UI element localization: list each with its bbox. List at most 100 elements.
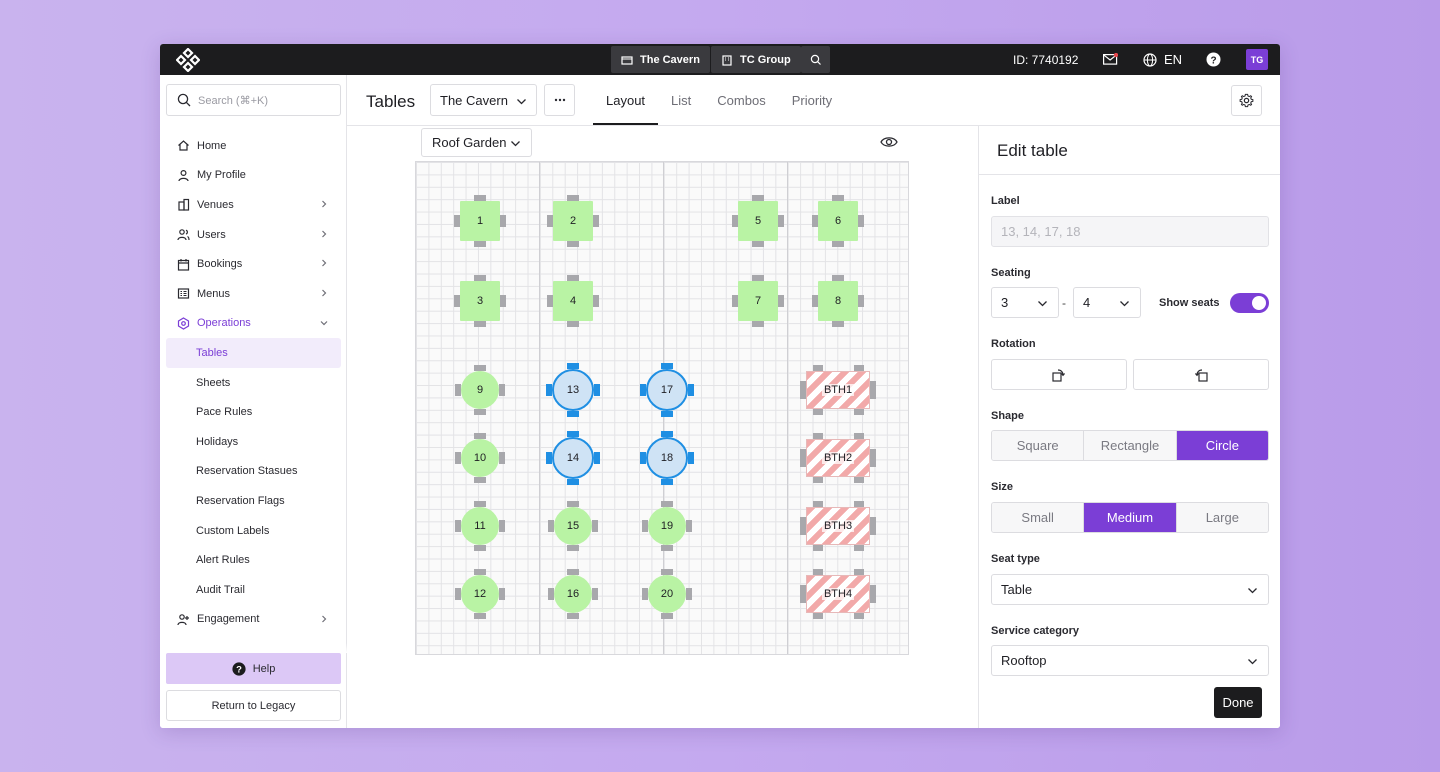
sidebar-item-home[interactable]: Home	[166, 131, 341, 161]
table-14[interactable]: 14	[546, 431, 600, 485]
table-11[interactable]: 11	[455, 501, 505, 551]
seat	[870, 381, 876, 399]
venue-switch-button[interactable]: The Cavern	[611, 46, 710, 73]
seat	[686, 588, 692, 600]
tab-list[interactable]: List	[658, 75, 704, 125]
help-icon[interactable]: ?	[1206, 52, 1221, 67]
table-16[interactable]: 16	[548, 569, 598, 619]
table-9[interactable]: 9	[455, 365, 505, 415]
shape-option-circle[interactable]: Circle	[1176, 431, 1268, 460]
shape-option-square[interactable]: Square	[992, 431, 1085, 460]
seat-type-select[interactable]: Table	[991, 574, 1269, 605]
table-15[interactable]: 15	[548, 501, 598, 551]
seat	[567, 241, 579, 247]
chevron-down-icon	[517, 99, 526, 105]
avatar[interactable]: TG	[1246, 49, 1268, 70]
sidebar-item-my-profile[interactable]: My Profile	[166, 161, 341, 191]
search-input[interactable]: Search (⌘+K)	[166, 84, 341, 116]
table-12[interactable]: 12	[455, 569, 505, 619]
search-icon	[810, 54, 821, 65]
table-1[interactable]: 1	[454, 195, 506, 247]
label-input[interactable]: 13, 14, 17, 18	[991, 216, 1269, 247]
table-18[interactable]: 18	[640, 431, 694, 485]
global-search-button[interactable]	[801, 46, 830, 73]
rotate-right-button[interactable]	[1133, 359, 1269, 390]
table-top: 8	[818, 281, 858, 321]
return-to-legacy-button[interactable]: Return to Legacy	[166, 690, 341, 721]
sidebar-item-alert-rules[interactable]: Alert Rules	[166, 545, 341, 575]
settings-button[interactable]	[1231, 85, 1262, 116]
rotate-left-button[interactable]	[991, 359, 1127, 390]
chevron-down-icon	[320, 320, 328, 325]
table-bth4[interactable]: BTH4	[800, 569, 876, 619]
table-top: 7	[738, 281, 778, 321]
table-7[interactable]: 7	[732, 275, 784, 327]
sidebar-item-custom-labels[interactable]: Custom Labels	[166, 516, 341, 546]
done-button[interactable]: Done	[1214, 687, 1262, 718]
service-category-select[interactable]: Rooftop	[991, 645, 1269, 676]
table-3[interactable]: 3	[454, 275, 506, 327]
sidebar-item-venues[interactable]: Venues	[166, 190, 341, 220]
table-8[interactable]: 8	[812, 275, 864, 327]
sidebar-item-pace-rules[interactable]: Pace Rules	[166, 397, 341, 427]
sidebar-item-operations[interactable]: Operations	[166, 309, 341, 339]
table-label: BTH4	[821, 588, 855, 600]
globe-icon[interactable]	[1143, 53, 1157, 67]
seat	[567, 411, 579, 417]
table-bth3[interactable]: BTH3	[800, 501, 876, 551]
sidebar-item-engagement[interactable]: Engagement	[166, 605, 341, 635]
tab-layout[interactable]: Layout	[593, 75, 659, 125]
help-button[interactable]: ? Help	[166, 653, 341, 684]
table-bth1[interactable]: BTH1	[800, 365, 876, 415]
more-options-button[interactable]	[544, 84, 575, 116]
seat	[778, 295, 784, 307]
venue-select[interactable]: The Cavern	[430, 84, 537, 116]
table-top: 1	[460, 201, 500, 241]
size-option-small[interactable]: Small	[992, 503, 1085, 532]
table-top: 15	[554, 507, 592, 545]
table-label: 4	[569, 295, 577, 307]
group-switch-button[interactable]: TC Group	[711, 46, 801, 73]
seating-max-select[interactable]: 4	[1073, 287, 1141, 318]
rotation-heading: Rotation	[991, 338, 1036, 350]
sidebar-item-reservation-flags[interactable]: Reservation Flags	[166, 486, 341, 516]
show-seats-toggle[interactable]	[1230, 293, 1269, 313]
table-top: 14	[552, 437, 594, 479]
label-input-placeholder: 13, 14, 17, 18	[1001, 224, 1081, 239]
sidebar-item-label: Home	[197, 139, 227, 152]
seating-min-select[interactable]: 3	[991, 287, 1059, 318]
shape-option-rectangle[interactable]: Rectangle	[1084, 431, 1177, 460]
mail-icon[interactable]	[1103, 53, 1118, 65]
tab-combos[interactable]: Combos	[704, 75, 778, 125]
table-17[interactable]: 17	[640, 363, 694, 417]
table-6[interactable]: 6	[812, 195, 864, 247]
seat	[752, 241, 764, 247]
seat	[858, 295, 864, 307]
table-13[interactable]: 13	[546, 363, 600, 417]
sidebar-item-tables[interactable]: Tables	[166, 338, 341, 368]
table-2[interactable]: 2	[547, 195, 599, 247]
sidebar-item-holidays[interactable]: Holidays	[166, 427, 341, 457]
menu-book-icon	[177, 288, 190, 299]
sidebar-item-reservation-stasues[interactable]: Reservation Stasues	[166, 457, 341, 487]
tab-priority[interactable]: Priority	[779, 75, 845, 125]
table-4[interactable]: 4	[547, 275, 599, 327]
sidebar-item-sheets[interactable]: Sheets	[166, 368, 341, 398]
table-10[interactable]: 10	[455, 433, 505, 483]
seat	[474, 321, 486, 327]
seating-heading: Seating	[991, 267, 1031, 279]
table-20[interactable]: 20	[642, 569, 692, 619]
sidebar-item-audit-trail[interactable]: Audit Trail	[166, 575, 341, 605]
sidebar-item-users[interactable]: Users	[166, 220, 341, 250]
sidebar-item-bookings[interactable]: Bookings	[166, 249, 341, 279]
table-bth2[interactable]: BTH2	[800, 433, 876, 483]
sidebar-item-menus[interactable]: Menus	[166, 279, 341, 309]
language-selector[interactable]: EN	[1164, 44, 1182, 75]
sidebar-item-label: Holidays	[196, 435, 239, 448]
chevron-right-icon	[322, 289, 327, 297]
size-option-large[interactable]: Large	[1176, 503, 1268, 532]
size-option-medium[interactable]: Medium	[1084, 503, 1177, 532]
brand-logo[interactable]	[176, 48, 200, 72]
table-5[interactable]: 5	[732, 195, 784, 247]
table-19[interactable]: 19	[642, 501, 692, 551]
